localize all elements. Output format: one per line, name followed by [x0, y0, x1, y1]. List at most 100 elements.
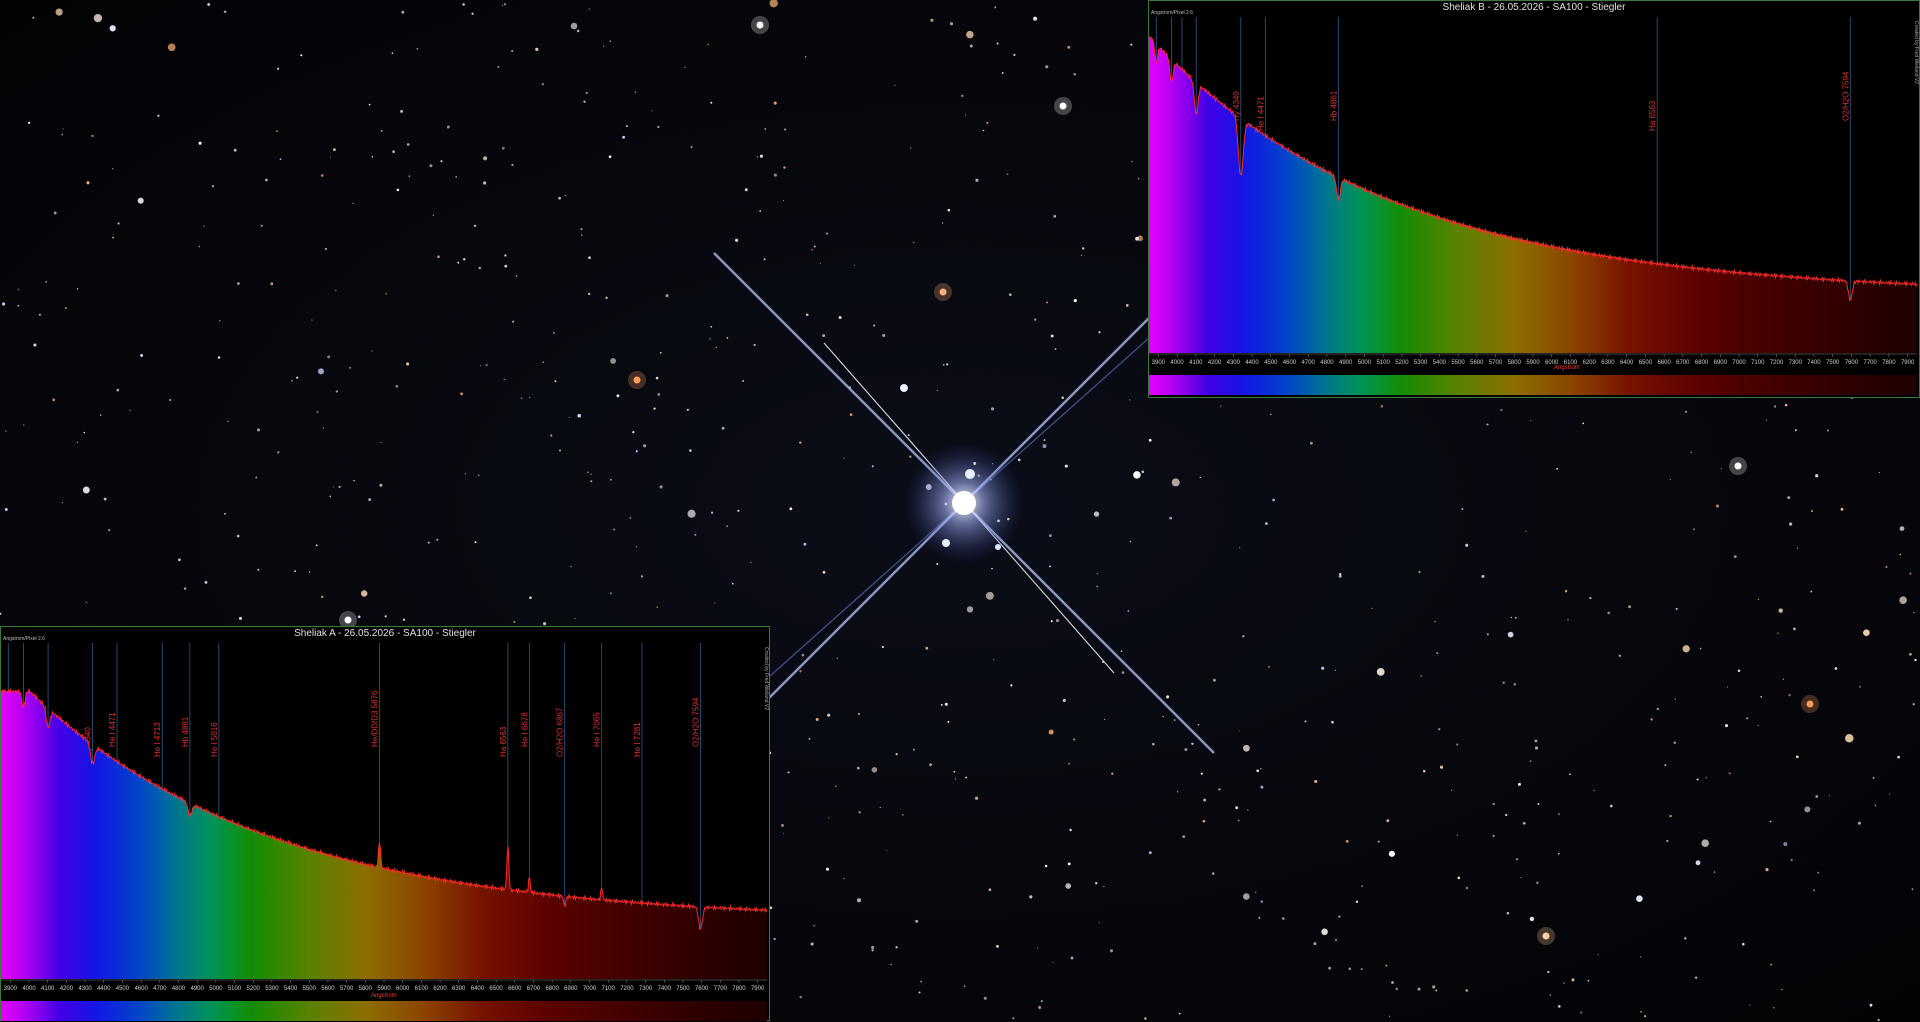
star — [996, 945, 999, 948]
star — [915, 919, 919, 923]
star — [504, 264, 508, 268]
star — [99, 414, 102, 417]
star — [1815, 474, 1819, 478]
star — [1135, 236, 1139, 241]
star — [1331, 720, 1334, 724]
bright-star — [344, 616, 352, 624]
spectrum-chart: He 3889He 3970He/Hs 4102Hy 4340He I 4471… — [1, 643, 768, 1021]
star — [895, 946, 898, 949]
star — [1422, 769, 1426, 773]
star — [1456, 743, 1459, 746]
star — [988, 888, 992, 892]
star — [1012, 1017, 1015, 1020]
star — [1525, 530, 1527, 532]
star — [167, 43, 176, 52]
x-tick-label: 5600 — [321, 986, 335, 992]
star — [279, 158, 282, 160]
x-tick-label: 5800 — [1508, 360, 1522, 366]
star — [324, 247, 327, 250]
x-tick-label: 6200 — [433, 986, 447, 992]
spectrum-color-bar — [1149, 375, 1917, 395]
star — [1243, 893, 1250, 900]
star — [1045, 65, 1049, 69]
star — [588, 8, 590, 10]
star — [1728, 772, 1731, 775]
star — [1746, 717, 1749, 720]
bright-star — [1059, 102, 1067, 110]
x-tick-label: 4800 — [172, 986, 186, 992]
x-tick-label: 7100 — [1751, 360, 1765, 366]
spectral-line-label: He I 4471 — [1256, 96, 1265, 131]
star — [38, 313, 41, 316]
star — [1238, 730, 1240, 732]
star — [1098, 331, 1101, 334]
x-tick-label: 5700 — [340, 986, 354, 992]
star — [238, 616, 243, 620]
star — [1534, 739, 1538, 743]
star — [953, 770, 956, 773]
star — [327, 355, 331, 359]
star — [1017, 458, 1021, 462]
star — [784, 128, 787, 131]
star — [744, 188, 748, 192]
star — [1082, 247, 1085, 250]
star — [353, 479, 355, 482]
star — [1009, 293, 1012, 296]
star — [474, 541, 477, 544]
star — [108, 529, 111, 532]
star — [895, 752, 898, 756]
star — [622, 135, 625, 139]
star — [53, 211, 57, 215]
x-tick-label: 7200 — [1770, 360, 1784, 366]
star — [0, 612, 2, 615]
star — [371, 156, 374, 158]
star — [1500, 408, 1503, 412]
star — [503, 3, 506, 6]
x-tick-label: 6200 — [1583, 360, 1597, 366]
star — [843, 457, 845, 459]
bright-star — [756, 21, 764, 29]
star — [635, 546, 637, 548]
star — [1465, 543, 1469, 547]
star — [947, 208, 951, 212]
star — [1068, 762, 1070, 765]
star — [1636, 895, 1643, 902]
star — [686, 408, 689, 412]
star — [1695, 860, 1701, 866]
star — [1457, 876, 1461, 880]
star — [296, 376, 299, 379]
star — [994, 6, 997, 9]
star — [1048, 534, 1052, 538]
star — [726, 337, 729, 339]
star — [856, 898, 862, 903]
star — [1481, 574, 1485, 578]
star — [294, 570, 296, 573]
star — [1121, 671, 1125, 674]
star — [317, 368, 325, 375]
spectral-line-label: Hb 4861 — [181, 716, 190, 747]
star — [1534, 746, 1539, 750]
star — [1834, 667, 1838, 670]
star — [1243, 744, 1250, 752]
star — [1787, 496, 1790, 499]
star — [236, 534, 240, 538]
star — [929, 763, 933, 767]
star — [316, 411, 319, 414]
star — [574, 617, 576, 620]
star — [1769, 820, 1772, 823]
star — [616, 394, 620, 398]
star — [750, 561, 752, 563]
star — [520, 397, 523, 399]
star — [1899, 553, 1902, 556]
star — [629, 517, 632, 519]
star — [710, 101, 713, 104]
star — [909, 455, 912, 458]
star — [787, 771, 790, 774]
star — [471, 12, 474, 15]
star — [588, 256, 591, 260]
star — [33, 343, 37, 347]
star — [401, 10, 405, 14]
star — [406, 362, 410, 366]
star — [608, 155, 612, 158]
star — [843, 878, 845, 880]
